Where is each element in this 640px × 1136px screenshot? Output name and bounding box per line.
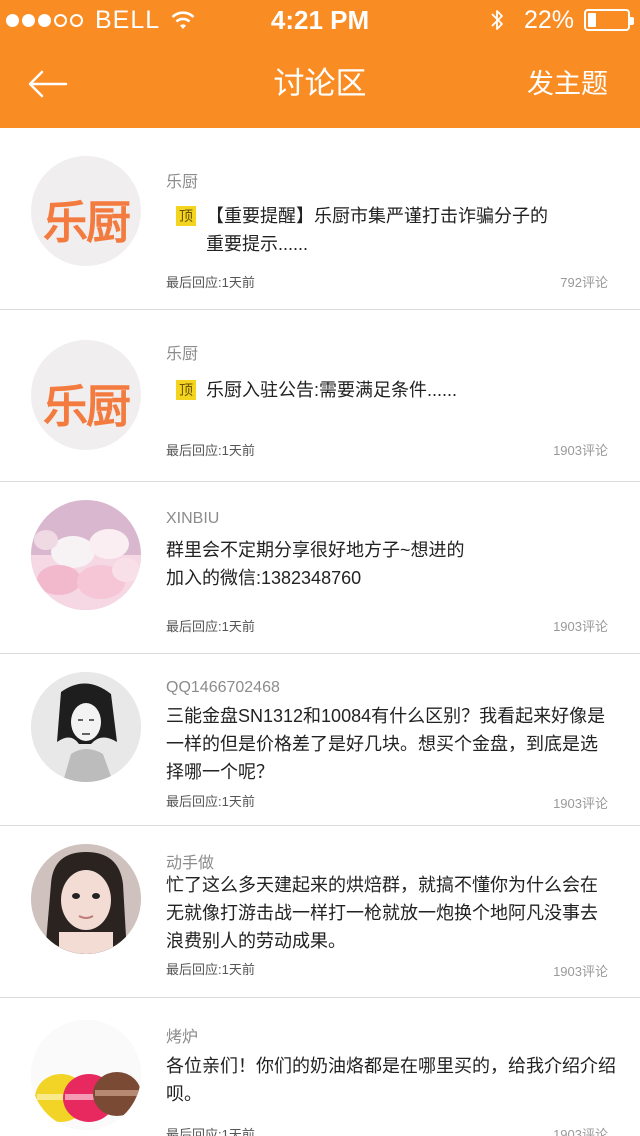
avatar-image	[31, 672, 141, 782]
top-header: BELL 4:21 PM 22% 讨论区 发主题	[0, 0, 640, 128]
post-title-line: 呗。	[166, 1080, 618, 1108]
post-title-text: 加入的微信:1382348760	[166, 568, 362, 588]
post-title[interactable]: 三能金盘SN1312和10084有什么区别？我看起来好像是 一样的但是价格差了是好…	[166, 702, 618, 786]
post-title-text: 呗。	[166, 1084, 202, 1104]
post-item[interactable]: 烤炉各位亲们！你们的奶油烙都是在哪里买的，给我介绍介绍 呗。最后回应:1天前 190…	[0, 998, 640, 1136]
post-title[interactable]: 群里会不定期分享很好地方子~想进的 加入的微信:1382348760	[166, 536, 618, 592]
post-title-text: 浪费别人的劳动成果。	[166, 931, 346, 951]
comment-count: 1903评论	[553, 964, 608, 979]
post-title-text: 忙了这么多天建起来的烘焙群，就搞不懂你为什么会在	[166, 875, 598, 895]
avatar[interactable]: 乐厨	[31, 340, 141, 450]
post-item[interactable]: 乐厨 乐厨顶【重要提醒】乐厨市集严谨打击诈骗分子的 重要提示...... 最后回应:1…	[0, 128, 640, 310]
avatar[interactable]	[31, 500, 141, 610]
avatar[interactable]	[31, 672, 141, 782]
post-title-text: 各位亲们！你们的奶油烙都是在哪里买的，给我介绍介绍	[166, 1056, 616, 1076]
avatar[interactable]	[31, 1020, 141, 1130]
post-author[interactable]: 乐厨	[166, 168, 198, 192]
post-title[interactable]: 顶【重要提醒】乐厨市集严谨打击诈骗分子的 重要提示......	[176, 202, 618, 258]
post-title-line: 无就像打游击战一样打一枪就放一炮换个地阿凡没事去	[166, 899, 618, 927]
avatar-image	[31, 500, 141, 610]
post-title-text: 无就像打游击战一样打一枪就放一炮换个地阿凡没事去	[166, 903, 598, 923]
avatar[interactable]	[31, 844, 141, 954]
post-title-line: 择哪一个呢？	[166, 758, 618, 786]
pinned-badge: 顶	[176, 380, 196, 400]
comment-count: 1903评论	[553, 443, 608, 458]
post-title-line: 重要提示......	[176, 230, 618, 258]
post-title[interactable]: 忙了这么多天建起来的烘焙群，就搞不懂你为什么会在 无就像打游击战一样打一枪就放一炮…	[166, 871, 618, 955]
battery-percent: 22%	[523, 5, 574, 34]
battery-level	[588, 13, 596, 27]
last-reply-time: 最后回应:1天前	[166, 275, 255, 290]
bluetooth-icon	[491, 10, 503, 30]
post-item[interactable]: XINBIU 群里会不定期分享很好地方子~想进的 加入的微信:1382348760 最…	[0, 482, 640, 654]
battery-icon	[584, 9, 634, 31]
post-item[interactable]: QQ1466702468 三能金盘SN1312和10084有什么区别？我看起来好像…	[0, 654, 640, 826]
post-author[interactable]: 烤炉	[166, 1023, 198, 1047]
last-reply-time: 最后回应:1天前	[166, 794, 255, 809]
battery-tip	[630, 17, 634, 25]
post-title-line: 各位亲们！你们的奶油烙都是在哪里买的，给我介绍介绍	[166, 1052, 618, 1080]
post-title-line: 三能金盘SN1312和10084有什么区别？我看起来好像是	[166, 702, 618, 730]
post-title-line: 加入的微信:1382348760	[166, 564, 618, 592]
comment-count: 792评论	[560, 275, 608, 290]
post-title-text: 群里会不定期分享很好地方子~想进的	[166, 540, 465, 560]
status-bar: BELL 4:21 PM 22%	[0, 0, 640, 40]
post-title-line: 顶【重要提醒】乐厨市集严谨打击诈骗分子的	[176, 202, 618, 230]
nav-bar: 讨论区 发主题	[0, 40, 640, 128]
post-title-text: 三能金盘SN1312和10084有什么区别？我看起来好像是	[166, 706, 606, 726]
post-title[interactable]: 各位亲们！你们的奶油烙都是在哪里买的，给我介绍介绍 呗。	[166, 1052, 618, 1108]
last-reply-time: 最后回应:1天前	[166, 443, 255, 458]
post-title-line: 顶乐厨入驻公告:需要满足条件......	[176, 376, 618, 404]
pinned-badge: 顶	[176, 206, 196, 226]
new-topic-button[interactable]: 发主题	[527, 67, 608, 101]
post-author[interactable]: 乐厨	[166, 340, 198, 364]
post-title-line: 一样的但是价格差了是好几块。想买个金盘，到底是选	[166, 730, 618, 758]
post-author[interactable]: XINBIU	[166, 510, 219, 528]
post-title-text: 【重要提醒】乐厨市集严谨打击诈骗分子的	[206, 206, 548, 226]
post-title-text: 乐厨入驻公告:需要满足条件......	[206, 380, 458, 400]
avatar-image	[31, 844, 141, 954]
post-title-text: 择哪一个呢？	[166, 762, 274, 782]
comment-count: 1903评论	[553, 796, 608, 811]
avatar[interactable]: 乐厨	[31, 156, 141, 266]
avatar-image	[31, 1020, 141, 1130]
post-title-line: 浪费别人的劳动成果。	[166, 927, 618, 955]
comment-count: 1903评论	[553, 1127, 608, 1136]
post-item[interactable]: 乐厨 乐厨顶乐厨入驻公告:需要满足条件...... 最后回应:1天前 1903评论	[0, 310, 640, 482]
avatar-logo-text: 乐厨	[42, 197, 131, 248]
comment-count: 1903评论	[553, 619, 608, 634]
last-reply-time: 最后回应:1天前	[166, 962, 255, 977]
post-title[interactable]: 顶乐厨入驻公告:需要满足条件......	[176, 376, 618, 404]
post-title-line: 群里会不定期分享很好地方子~想进的	[166, 536, 618, 564]
post-author[interactable]: 动手做	[166, 849, 214, 873]
last-reply-time: 最后回应:1天前	[166, 1127, 255, 1136]
post-list: 乐厨 乐厨顶【重要提醒】乐厨市集严谨打击诈骗分子的 重要提示...... 最后回应:1…	[0, 128, 640, 1136]
post-author[interactable]: QQ1466702468	[166, 679, 280, 697]
battery-group: 22%	[490, 5, 634, 34]
avatar-logo-text: 乐厨	[42, 381, 131, 432]
post-title-text: 重要提示......	[206, 234, 309, 254]
last-reply-time: 最后回应:1天前	[166, 619, 255, 634]
post-title-text: 一样的但是价格差了是好几块。想买个金盘，到底是选	[166, 734, 598, 754]
post-item[interactable]: 动手做 忙了这么多天建起来的烘焙群，就搞不懂你为什么会在 无就像打游击战一样打一枪就…	[0, 826, 640, 998]
post-title-line: 忙了这么多天建起来的烘焙群，就搞不懂你为什么会在	[166, 871, 618, 899]
